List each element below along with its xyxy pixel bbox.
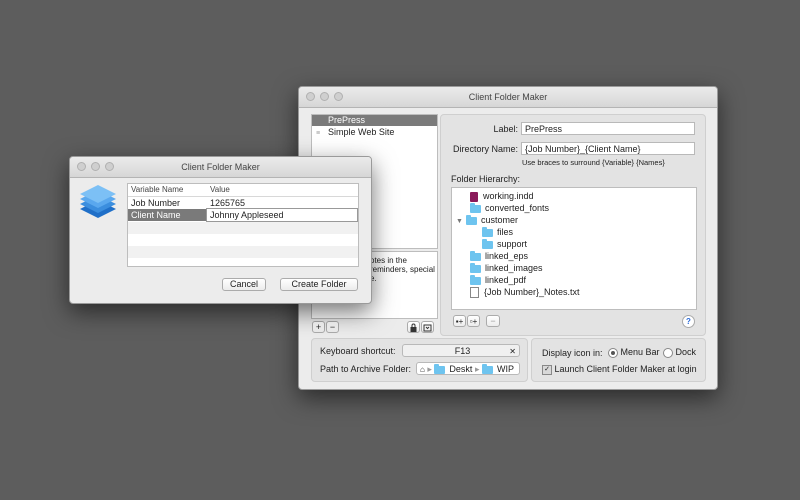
close-window-button[interactable] <box>306 92 315 101</box>
menu-bar-radio[interactable]: Menu Bar <box>608 347 660 358</box>
cancel-button[interactable]: Cancel <box>222 278 266 291</box>
remove-item-button[interactable]: − <box>486 315 500 327</box>
shortcut-panel: Keyboard shortcut: F13 ✕ Path to Archive… <box>311 338 528 382</box>
archive-template-button[interactable] <box>421 321 434 333</box>
zoom-window-button[interactable] <box>105 162 114 171</box>
window-controls <box>306 92 343 101</box>
path-separator-icon: ▸ <box>474 364 480 374</box>
dialog-titlebar[interactable]: Client Folder Maker <box>70 157 371 178</box>
folder-icon <box>482 238 493 249</box>
zoom-window-button[interactable] <box>334 92 343 101</box>
archive-box-icon <box>423 324 432 332</box>
client-name-value-field[interactable]: Johnny Appleseed <box>206 208 358 222</box>
tree-item-linked-eps[interactable]: linked_eps <box>470 250 528 262</box>
keyboard-shortcut-caption: Keyboard shortcut: <box>320 346 396 356</box>
dock-radio[interactable]: Dock <box>663 347 696 358</box>
add-template-button[interactable]: + <box>312 321 325 333</box>
label-field[interactable]: PrePress <box>521 122 695 135</box>
clear-shortcut-icon[interactable]: ✕ <box>509 345 516 356</box>
remove-template-button[interactable]: − <box>326 321 339 333</box>
dialog-title: Client Folder Maker <box>181 162 260 172</box>
minimize-window-button[interactable] <box>320 92 329 101</box>
display-panel: Display icon in: Menu Bar Dock ✓ Launch … <box>531 338 706 382</box>
directory-name-caption: Directory Name: <box>452 144 518 154</box>
checkbox-checked-icon: ✓ <box>542 364 552 375</box>
tree-item-files[interactable]: files <box>482 226 513 238</box>
keyboard-shortcut-field[interactable]: F13 ✕ <box>402 344 520 357</box>
variable-table[interactable]: Variable Name Value Job Number 1265765 C… <box>127 183 359 267</box>
lock-button[interactable] <box>407 321 420 333</box>
template-item-simple-web-site[interactable]: ≡ Simple Web Site <box>312 127 437 138</box>
new-folder-icon: ▪+ <box>455 317 464 326</box>
notes-line-1: otes in the <box>370 256 407 265</box>
template-editor-panel: Label: PrePress Directory Name: {Job Num… <box>440 114 706 336</box>
tree-item-converted-fonts[interactable]: converted_fonts <box>470 202 549 214</box>
create-folder-dialog: Client Folder Maker Variable Name Value … <box>69 156 372 304</box>
folder-icon <box>470 274 481 285</box>
folder-icon <box>470 262 481 273</box>
tree-item-working-indd[interactable]: working.indd <box>470 190 534 202</box>
text-file-icon <box>470 287 479 299</box>
column-header-variable: Variable Name <box>131 185 184 194</box>
label-caption: Label: <box>493 124 518 134</box>
archive-folder-caption: Path to Archive Folder: <box>320 364 412 374</box>
close-window-button[interactable] <box>77 162 86 171</box>
folder-icon <box>466 214 477 225</box>
folder-icon <box>481 363 493 374</box>
directory-hint: Use braces to surround {Variable} {Names… <box>522 158 665 167</box>
tree-item-notes-txt[interactable]: {Job Number}_Notes.txt <box>470 286 580 299</box>
folder-icon <box>482 226 493 237</box>
minimize-window-button[interactable] <box>91 162 100 171</box>
notes-line-2: reminders, special <box>370 265 435 274</box>
folder-icon <box>434 363 446 374</box>
folder-hierarchy-tree[interactable]: working.indd converted_fonts ▼ customer f… <box>451 187 697 310</box>
launch-at-login-checkbox[interactable]: ✓ Launch Client Folder Maker at login <box>542 364 697 375</box>
template-item-prepress[interactable]: PrePress <box>312 115 437 126</box>
disclosure-triangle-icon[interactable]: ▼ <box>456 216 466 228</box>
indesign-file-icon <box>470 191 478 202</box>
empty-row <box>128 234 358 246</box>
tree-item-support[interactable]: support <box>482 238 527 250</box>
display-icon-caption: Display icon in: <box>542 348 603 358</box>
folder-icon <box>470 250 481 261</box>
lock-icon <box>410 323 417 332</box>
directory-name-field[interactable]: {Job Number}_{Client Name} <box>521 142 695 155</box>
empty-row <box>128 222 358 234</box>
column-header-value: Value <box>210 185 230 194</box>
main-window-title: Client Folder Maker <box>468 92 548 102</box>
create-folder-button[interactable]: Create Folder <box>280 278 358 291</box>
home-icon: ⌂ <box>420 365 425 374</box>
new-file-icon: ▫+ <box>469 317 478 326</box>
add-folder-button[interactable]: ▪+ <box>453 315 466 327</box>
radio-unselected-icon <box>663 347 673 358</box>
main-titlebar[interactable]: Client Folder Maker <box>299 87 717 108</box>
add-file-button[interactable]: ▫+ <box>467 315 480 327</box>
window-controls <box>77 162 114 171</box>
archive-path-control[interactable]: ⌂ ▸ Deskt ▸ WIP <box>416 362 520 375</box>
path-separator-icon: ▸ <box>427 364 432 374</box>
tree-item-linked-images[interactable]: linked_images <box>470 262 543 274</box>
radio-selected-icon <box>608 347 618 358</box>
drag-handle-icon: ≡ <box>316 130 321 137</box>
empty-row <box>128 246 358 258</box>
app-icon <box>80 185 116 218</box>
folder-hierarchy-caption: Folder Hierarchy: <box>451 174 521 184</box>
folder-icon <box>470 202 481 213</box>
help-button[interactable]: ? <box>682 315 695 328</box>
tree-item-customer[interactable]: ▼ customer <box>456 214 518 226</box>
table-header: Variable Name Value <box>128 184 358 197</box>
tree-item-linked-pdf[interactable]: linked_pdf <box>470 274 526 286</box>
